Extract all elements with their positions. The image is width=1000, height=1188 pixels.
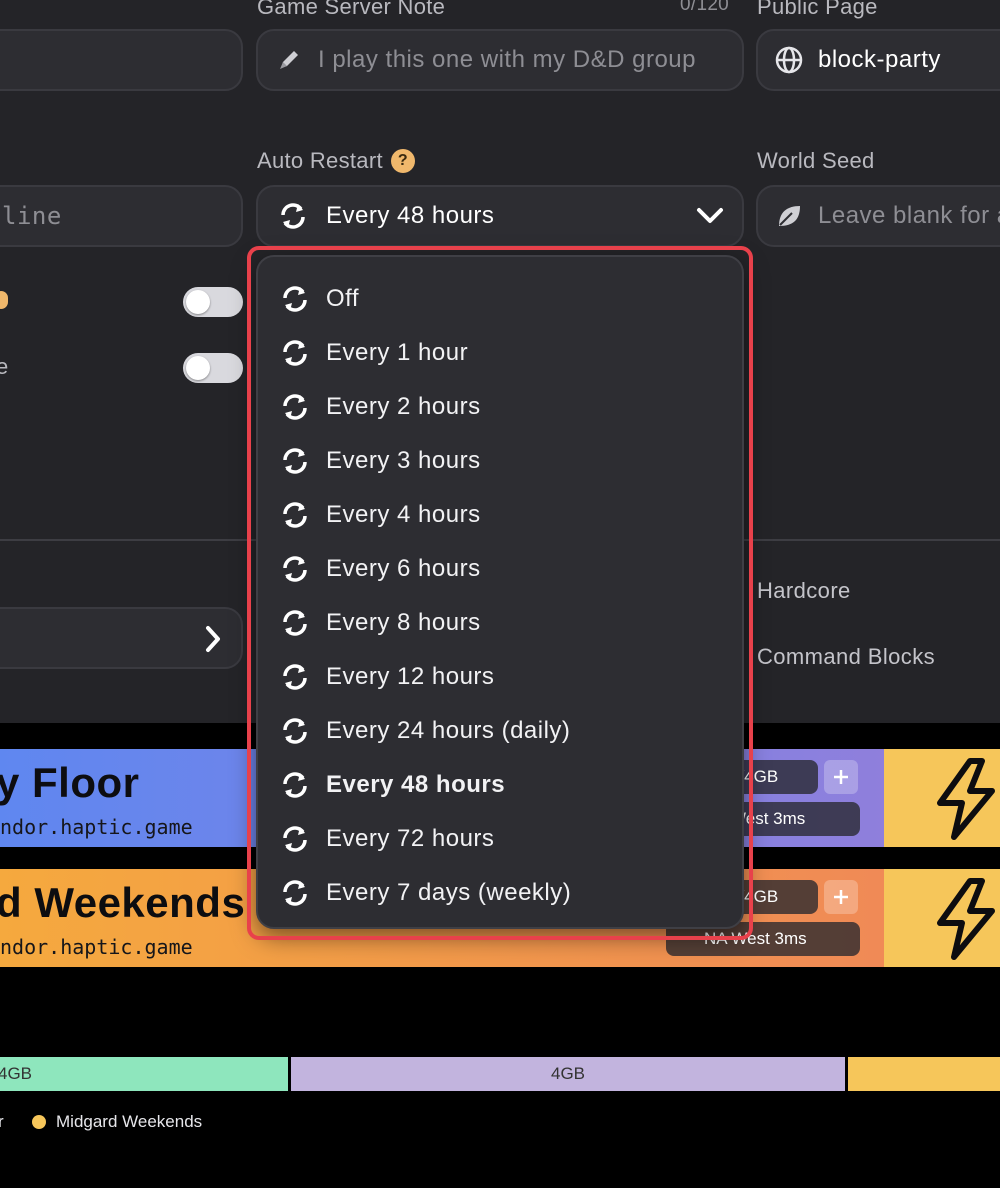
auto-restart-select[interactable]: Every 48 hours <box>256 185 744 247</box>
left-toggle-1[interactable] <box>183 287 243 317</box>
dropdown-option[interactable]: Every 7 days (weekly) <box>280 873 571 913</box>
server-host: ndor.haptic.game <box>0 815 193 839</box>
globe-icon <box>774 45 804 75</box>
auto-restart-value: Every 48 hours <box>326 202 495 229</box>
dropdown-option-label: Every 2 hours <box>326 393 481 420</box>
world-seed-placeholder: Leave blank for a <box>818 202 1000 229</box>
dropdown-option-label: Every 7 days (weekly) <box>326 879 572 906</box>
boost-button[interactable] <box>884 869 1000 967</box>
legend-item-2: Midgard Weekends <box>32 1112 202 1132</box>
dropdown-option[interactable]: Every 1 hour <box>280 333 468 373</box>
refresh-icon <box>280 338 310 368</box>
dropdown-option-label: Every 4 hours <box>326 501 481 528</box>
help-icon[interactable]: ? <box>390 149 415 173</box>
segment-label: 4GB <box>0 1064 33 1083</box>
legend-label: r <box>0 1112 4 1131</box>
left-field-top[interactable] <box>0 29 243 91</box>
refresh-icon <box>280 662 310 692</box>
auto-restart-label: Auto Restart <box>257 148 383 173</box>
refresh-icon <box>280 716 310 746</box>
left-nav-field[interactable] <box>0 607 243 669</box>
refresh-icon <box>280 554 310 584</box>
left-toggle2-fragment: e <box>0 354 9 379</box>
memory-bar-segment-1: 4GB <box>0 1057 288 1091</box>
note-placeholder: I play this one with my D&D group <box>318 46 696 73</box>
auto-restart-dropdown: Off Every 1 hour Every 2 hours Every 3 hour… <box>256 255 744 929</box>
dropdown-option[interactable]: Every 48 hours <box>280 765 505 805</box>
dropdown-option-label: Every 24 hours (daily) <box>326 717 571 744</box>
memory-bar-segment-3 <box>848 1057 1000 1091</box>
dropdown-option-label: Every 3 hours <box>326 447 481 474</box>
chevron-right-icon <box>203 625 223 658</box>
toggle-knob <box>186 356 210 380</box>
dropdown-option[interactable]: Every 6 hours <box>280 549 481 589</box>
dropdown-option[interactable]: Every 24 hours (daily) <box>280 711 570 751</box>
game-server-note-input[interactable]: I play this one with my D&D group <box>256 29 744 91</box>
add-memory-button[interactable] <box>824 880 858 914</box>
boost-button[interactable] <box>884 749 1000 847</box>
chevron-down-icon <box>696 205 724 232</box>
memory-bar-segment-2: 4GB <box>291 1057 845 1091</box>
command-blocks-label: Command Blocks <box>757 644 935 669</box>
left-field-fragment: line <box>2 202 62 230</box>
game-server-note-label: Game Server Note <box>257 0 446 19</box>
public-page-value: block-party <box>818 46 941 73</box>
refresh-icon <box>280 446 310 476</box>
refresh-icon <box>280 608 310 638</box>
public-page-input[interactable]: block-party <box>756 29 1000 91</box>
note-char-counter: 0/120 <box>680 0 730 15</box>
auto-restart-label-wrap: Auto Restart ? <box>257 148 415 174</box>
dropdown-option-label: Every 6 hours <box>326 555 481 582</box>
dropdown-option[interactable]: Every 4 hours <box>280 495 481 535</box>
dropdown-option[interactable]: Off <box>280 279 359 319</box>
world-seed-input[interactable]: Leave blank for a <box>756 185 1000 247</box>
refresh-icon <box>278 201 308 231</box>
server-title: d Weekends <box>0 879 246 926</box>
dropdown-option-label: Every 48 hours <box>326 771 506 798</box>
pencil-icon <box>274 45 304 75</box>
server-host: ndor.haptic.game <box>0 935 193 959</box>
legend-dot <box>32 1115 46 1129</box>
dropdown-option-label: Every 12 hours <box>326 663 495 690</box>
dropdown-option-label: Every 8 hours <box>326 609 481 636</box>
hardcore-label: Hardcore <box>757 578 851 603</box>
leaf-icon <box>774 201 804 231</box>
plus-icon <box>834 890 848 904</box>
refresh-icon <box>280 500 310 530</box>
left-toggle-2[interactable] <box>183 353 243 383</box>
legend-item-1: r <box>0 1112 4 1132</box>
lightning-icon <box>937 878 995 960</box>
public-page-label: Public Page <box>757 0 878 19</box>
plus-icon <box>834 770 848 784</box>
dropdown-option-label: Off <box>326 285 360 312</box>
dropdown-option-label: Every 72 hours <box>326 825 495 852</box>
refresh-icon <box>280 878 310 908</box>
server-title: y Floor <box>0 759 140 806</box>
dropdown-option[interactable]: Every 12 hours <box>280 657 494 697</box>
world-seed-label: World Seed <box>757 148 875 173</box>
legend-label: Midgard Weekends <box>56 1112 203 1131</box>
lightning-icon <box>937 758 995 840</box>
dropdown-option[interactable]: Every 3 hours <box>280 441 481 481</box>
refresh-icon <box>280 770 310 800</box>
toggle-knob <box>186 290 210 314</box>
refresh-icon <box>280 392 310 422</box>
warning-dot-icon <box>0 291 8 309</box>
dropdown-option[interactable]: Every 72 hours <box>280 819 494 859</box>
refresh-icon <box>280 284 310 314</box>
dropdown-option[interactable]: Every 8 hours <box>280 603 481 643</box>
left-field-middle[interactable]: line <box>0 185 243 247</box>
dropdown-option-label: Every 1 hour <box>326 339 469 366</box>
add-memory-button[interactable] <box>824 760 858 794</box>
dropdown-option[interactable]: Every 2 hours <box>280 387 481 427</box>
refresh-icon <box>280 824 310 854</box>
